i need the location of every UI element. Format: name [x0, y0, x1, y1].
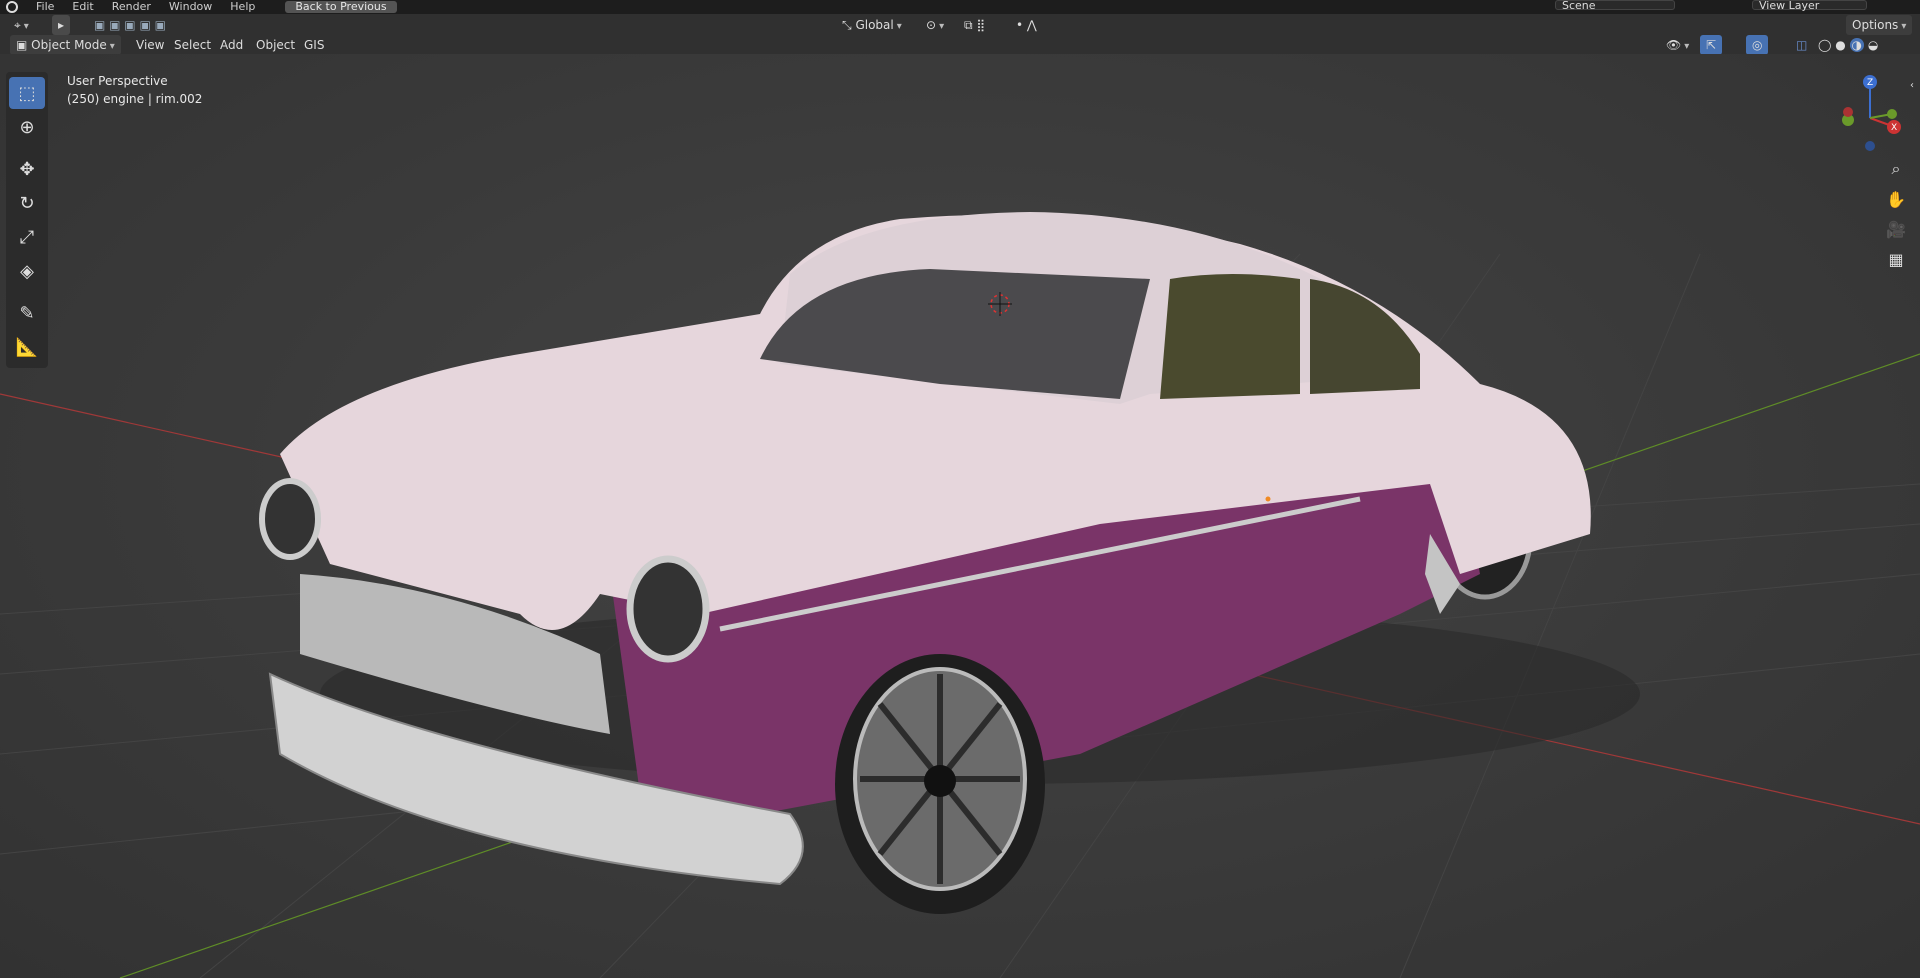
svg-text:X: X [1891, 123, 1897, 133]
rim-hub [924, 765, 956, 797]
menu-edit[interactable]: Edit [72, 0, 93, 14]
blender-logo-icon[interactable] [6, 1, 18, 13]
view-layer-name: View Layer [1759, 0, 1820, 12]
options-button[interactable]: Options [1846, 15, 1913, 35]
transform-icon[interactable]: ◈ [9, 255, 45, 287]
svg-text:Z: Z [1867, 78, 1873, 88]
editor-type-icon[interactable]: ⌖ [8, 15, 35, 35]
tool-shelf: ⬚ ⊕ ✥ ↻ ⤢ ◈ ✎ 📐 [6, 72, 48, 368]
camera-icon[interactable]: 🎥 [1882, 216, 1910, 242]
annotate-icon[interactable]: ✎ [9, 297, 45, 329]
measure-icon[interactable]: 📐 [9, 331, 45, 363]
select-box-icon[interactable]: ⬚ [9, 77, 45, 109]
scene-selector[interactable]: Scene [1555, 0, 1675, 12]
options-label: Options [1852, 18, 1899, 32]
grid-ortho-icon[interactable]: ▦ [1882, 246, 1910, 272]
menu-select[interactable]: Select [168, 35, 217, 55]
3d-viewport[interactable] [0, 54, 1920, 978]
menu-add[interactable]: Add [214, 35, 249, 55]
viewport-scene [0, 212, 1920, 978]
mode-dropdown[interactable]: ▣ Object Mode [10, 35, 121, 55]
proportional-edit-icon[interactable]: • ⋀ [1010, 15, 1043, 35]
menu-view[interactable]: View [130, 35, 170, 55]
snap-icon[interactable]: ⧉ ⣿ [958, 15, 991, 35]
car-front-side-window [1160, 274, 1300, 399]
scene-name: Scene [1562, 0, 1596, 12]
navigation-gizmo[interactable]: Z X [1836, 70, 1916, 160]
select-mode-icon[interactable]: ▸ [52, 15, 71, 35]
overlay-toggle-icon[interactable]: ◎ [1746, 35, 1769, 55]
mode-label: Object Mode [31, 38, 107, 52]
perspective-label: User Perspective [67, 74, 168, 88]
visibility-icon[interactable]: 👁 [1660, 35, 1695, 55]
right-headlight [626, 555, 710, 663]
menu-file[interactable]: File [36, 0, 54, 14]
orientation-icon: ⤡ [842, 18, 852, 32]
rotate-icon[interactable]: ↻ [9, 187, 45, 219]
left-headlight [259, 478, 321, 560]
sidebar-toggle-icon[interactable]: ‹ [1906, 72, 1918, 98]
view-layer-selector[interactable]: View Layer [1752, 0, 1867, 12]
menu-object[interactable]: Object [250, 35, 301, 55]
viewport-info: User Perspective (250) engine | rim.002 [67, 72, 202, 108]
cursor-icon[interactable]: ⊕ [9, 111, 45, 143]
scale-icon[interactable]: ⤢ [9, 221, 45, 253]
gizmo-toggle-icon[interactable]: ⇱ [1700, 35, 1723, 55]
viewport-header: ⌖ ▸ ▣ ▣ ▣ ▣ ▣ ⤡ Global ⊙ ⧉ ⣿ • ⋀ Options… [0, 14, 1920, 55]
object-info-label: (250) engine | rim.002 [67, 92, 203, 106]
back-to-previous-button[interactable]: Back to Previous [285, 1, 397, 13]
xray-icon[interactable]: ◫ [1790, 35, 1813, 55]
pivot-point-icon[interactable]: ⊙ [920, 15, 950, 35]
shading-modes-icon[interactable]: ◯ ● ◑ ◒ [1812, 35, 1884, 55]
zoom-icon[interactable]: ⌕ [1882, 156, 1910, 182]
menu-render[interactable]: Render [112, 0, 151, 14]
hand-pan-icon[interactable]: ✋ [1882, 186, 1910, 212]
transform-orientation-label: Global [855, 18, 894, 32]
menu-gis[interactable]: GIS [298, 35, 330, 55]
transform-orientation-dropdown[interactable]: ⤡ Global [836, 15, 908, 35]
selection-mode-icons[interactable]: ▣ ▣ ▣ ▣ ▣ [88, 15, 172, 35]
menu-window[interactable]: Window [169, 0, 212, 14]
object-origin [1265, 496, 1271, 502]
object-mode-icon: ▣ [16, 38, 28, 52]
move-icon[interactable]: ✥ [9, 153, 45, 185]
menu-help[interactable]: Help [230, 0, 255, 14]
